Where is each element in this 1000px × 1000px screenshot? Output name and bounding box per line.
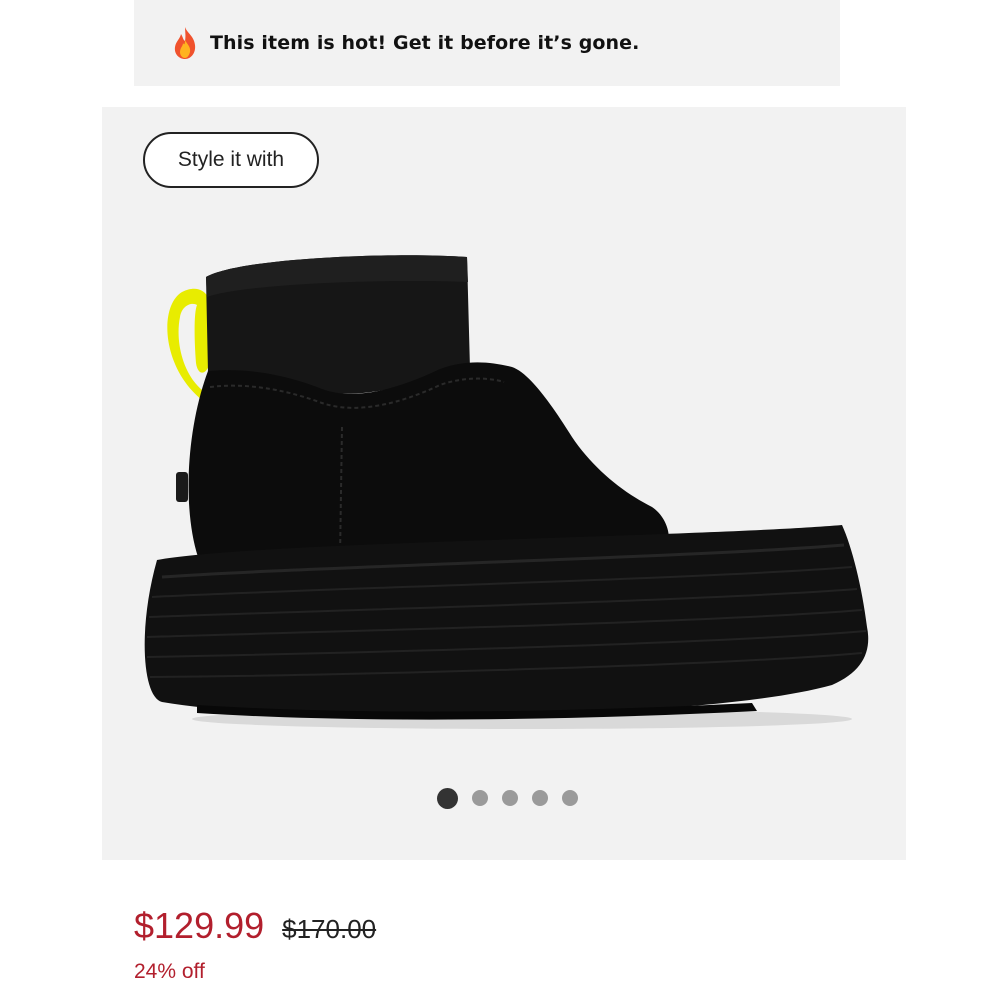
hot-item-banner: This item is hot! Get it before it’s gon… bbox=[134, 0, 840, 86]
hot-item-message: This item is hot! Get it before it’s gon… bbox=[210, 32, 640, 54]
current-price: $129.99 bbox=[134, 905, 265, 946]
fire-icon bbox=[170, 26, 200, 60]
carousel-dot-4[interactable] bbox=[531, 790, 548, 806]
style-it-with-button[interactable]: Style it with bbox=[143, 132, 319, 188]
product-image bbox=[144, 255, 869, 729]
carousel-dot-2[interactable] bbox=[471, 790, 488, 806]
product-image-gallery[interactable]: Style it with bbox=[102, 107, 906, 860]
discount-label: 24% off bbox=[134, 960, 205, 983]
carousel-pagination bbox=[102, 787, 906, 809]
carousel-dot-5[interactable] bbox=[561, 790, 578, 806]
price-row: $129.99 $170.00 bbox=[134, 905, 376, 947]
carousel-dot-1[interactable] bbox=[436, 787, 458, 809]
carousel-dot-3[interactable] bbox=[501, 790, 518, 806]
original-price: $170.00 bbox=[282, 914, 377, 944]
